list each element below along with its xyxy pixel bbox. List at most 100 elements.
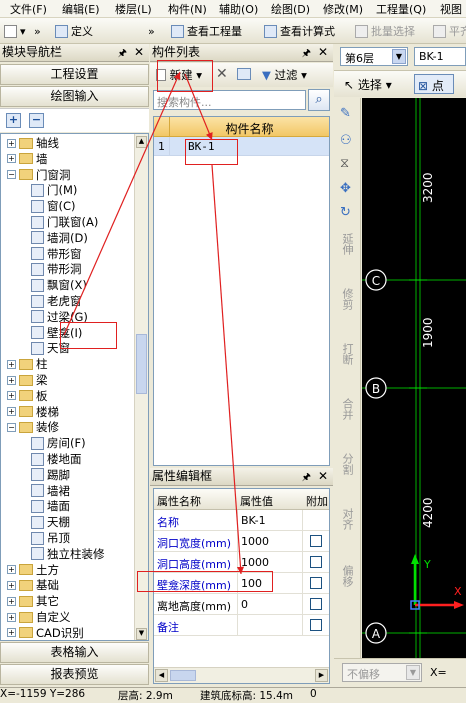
menu-file[interactable]: 文件(F): [10, 1, 47, 17]
property-row[interactable]: 洞口宽度(mm) 1000: [154, 531, 329, 552]
report-preview-button[interactable]: 报表预览: [0, 664, 149, 685]
tree-item[interactable]: + 基础: [7, 577, 59, 593]
side-tool-button[interactable]: 修剪: [340, 288, 354, 310]
tree-scrollbar[interactable]: ▲ ▼: [134, 134, 148, 640]
rotate-icon[interactable]: ↻: [340, 205, 351, 220]
expand-icon[interactable]: +: [7, 154, 16, 164]
view-qty-button[interactable]: 查看工程量: [171, 22, 242, 40]
property-row[interactable]: 备注: [154, 615, 329, 636]
cad-canvas[interactable]: C B A 3200 1900 4200 Y X: [362, 98, 466, 658]
expand-icon[interactable]: +: [7, 596, 16, 606]
move-icon[interactable]: ✥: [340, 181, 351, 196]
search-icon[interactable]: ⌕: [308, 89, 330, 111]
property-value[interactable]: 0: [241, 598, 301, 611]
expand-icon[interactable]: +: [7, 391, 16, 401]
side-tool-button[interactable]: 分割: [340, 453, 354, 475]
scroll-left-icon[interactable]: ◀: [155, 669, 168, 682]
side-tool-button[interactable]: 延伸: [340, 233, 354, 255]
attach-checkbox[interactable]: [310, 577, 322, 589]
expand-icon[interactable]: +: [7, 138, 16, 148]
tree-item[interactable]: + 柱: [7, 356, 48, 372]
tree-item[interactable]: 楼地面: [31, 451, 82, 467]
menu-aux[interactable]: 辅助(O): [219, 1, 258, 17]
tree-item[interactable]: + 墙: [7, 151, 48, 167]
tree-item[interactable]: 窗(C): [31, 198, 76, 214]
close-icon[interactable]: ✕: [318, 44, 328, 61]
pin-icon[interactable]: 🖈: [302, 469, 311, 485]
menu-view[interactable]: 视图: [440, 1, 462, 17]
menu-draw[interactable]: 绘图(D): [271, 1, 310, 17]
tree-item[interactable]: − 装修: [7, 419, 59, 435]
tree-item[interactable]: 天棚: [31, 514, 70, 530]
tree-item[interactable]: + 土方: [7, 562, 59, 578]
tree-item[interactable]: + 楼梯: [7, 404, 59, 420]
property-row[interactable]: 离地高度(mm) 0: [154, 594, 329, 615]
property-value[interactable]: 1000: [241, 556, 301, 569]
close-icon[interactable]: ✕: [318, 468, 328, 485]
tree-item[interactable]: 门联窗(A): [31, 214, 98, 230]
attach-checkbox[interactable]: [310, 535, 322, 547]
attach-checkbox[interactable]: [310, 598, 322, 610]
property-value[interactable]: 1000: [241, 535, 301, 548]
offset-select[interactable]: 不偏移 ▼: [342, 663, 422, 682]
tree-item[interactable]: + 其它: [7, 593, 59, 609]
tree-item[interactable]: 独立柱装修: [31, 546, 105, 562]
tree-item[interactable]: 带形窗: [31, 246, 82, 262]
prop-hscrollbar[interactable]: ◀ ▶: [154, 667, 329, 683]
tree-item[interactable]: 门(M): [31, 182, 77, 198]
point-tool-button[interactable]: ⊠ 点: [414, 74, 454, 94]
tree-item[interactable]: + 自定义: [7, 609, 71, 625]
scroll-thumb[interactable]: [136, 334, 147, 394]
tree-item[interactable]: + 轴线: [7, 135, 59, 151]
collapse-icon[interactable]: −: [7, 422, 16, 432]
tree-item[interactable]: + 梁: [7, 372, 48, 388]
tree-item[interactable]: 吊顶: [31, 530, 70, 546]
menu-floor[interactable]: 楼层(L): [115, 1, 152, 17]
new-doc-button[interactable]: ▾: [4, 22, 26, 40]
expand-icon[interactable]: +: [7, 375, 16, 385]
pen-icon[interactable]: ✎: [340, 106, 351, 121]
expand-icon[interactable]: +: [7, 565, 16, 575]
collapse-all-icon[interactable]: −: [29, 113, 44, 128]
drawing-input-button[interactable]: 绘图输入: [0, 86, 149, 107]
menu-quantity[interactable]: 工程量(Q): [376, 1, 426, 17]
side-tool-button[interactable]: 合并: [340, 398, 354, 420]
tree-item[interactable]: + CAD识别: [7, 625, 84, 640]
menu-component[interactable]: 构件(N): [168, 1, 207, 17]
side-tool-button[interactable]: 偏移: [340, 565, 354, 587]
copy-icon[interactable]: [237, 68, 251, 80]
expand-icon[interactable]: +: [7, 580, 16, 590]
attach-checkbox[interactable]: [310, 556, 322, 568]
collapse-icon[interactable]: −: [7, 170, 16, 180]
expand-icon[interactable]: +: [7, 612, 16, 622]
expand-icon[interactable]: +: [7, 359, 16, 369]
tree-item[interactable]: 墙洞(D): [31, 230, 88, 246]
property-row[interactable]: 名称 BK-1: [154, 510, 329, 531]
filter-button[interactable]: ▼ 过滤 ▾: [262, 67, 307, 83]
menu-edit[interactable]: 编辑(E): [62, 1, 100, 17]
expand-icon[interactable]: +: [7, 407, 16, 417]
tree-item[interactable]: − 门窗洞: [7, 167, 71, 183]
view-formula-button[interactable]: 查看计算式: [264, 22, 335, 40]
scroll-right-icon[interactable]: ▶: [315, 669, 328, 682]
tree-item[interactable]: 踢脚: [31, 467, 70, 483]
close-icon[interactable]: ✕: [134, 44, 144, 61]
scroll-up-icon[interactable]: ▲: [136, 136, 147, 148]
side-tool-button[interactable]: 打断: [340, 343, 354, 365]
property-value[interactable]: BK-1: [241, 514, 301, 527]
mirror-icon[interactable]: ⧖: [340, 156, 349, 171]
tree-item[interactable]: 墙裙: [31, 483, 70, 499]
expand-icon[interactable]: +: [7, 628, 16, 638]
search-input[interactable]: 搜索构件...: [153, 90, 306, 110]
tree-item[interactable]: 带形洞: [31, 261, 82, 277]
table-row[interactable]: 1 BK-1: [154, 137, 329, 156]
table-input-button[interactable]: 表格输入: [0, 642, 149, 663]
expand-all-icon[interactable]: +: [6, 113, 21, 128]
property-row[interactable]: 洞口高度(mm) 1000: [154, 552, 329, 573]
batch-select-button[interactable]: 批量选择: [355, 22, 415, 40]
tree-item[interactable]: 老虎窗: [31, 293, 82, 309]
tree-item[interactable]: 房间(F): [31, 435, 86, 451]
floor-select[interactable]: 第6层 ▼: [340, 47, 408, 66]
attach-checkbox[interactable]: [310, 619, 322, 631]
component-select[interactable]: BK-1: [414, 47, 466, 66]
